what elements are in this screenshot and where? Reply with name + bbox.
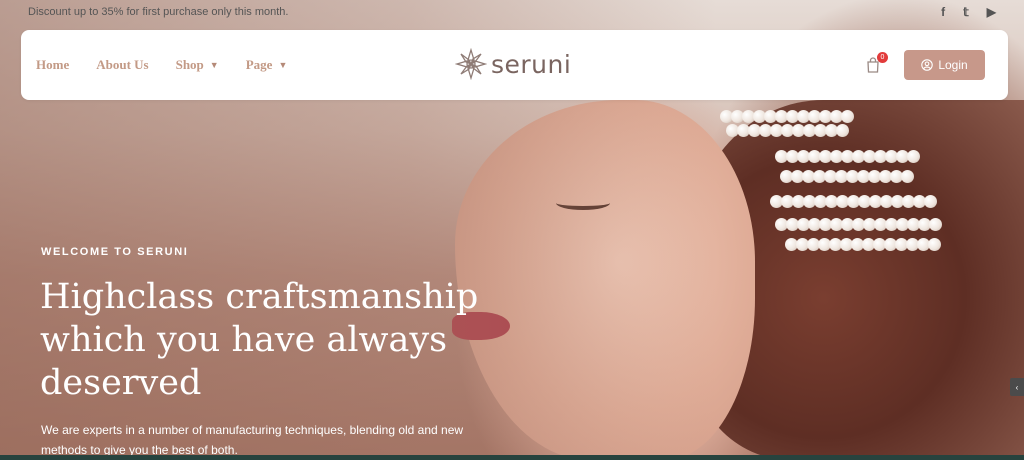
login-label: Login	[938, 58, 968, 72]
login-button[interactable]: Login	[904, 50, 985, 80]
nav-item-label: Home	[36, 57, 70, 72]
logo-text: seruni	[491, 49, 572, 79]
nav-item-label: About Us	[96, 57, 149, 72]
bottom-strip	[0, 455, 1024, 460]
cart-count-badge: 0	[877, 52, 888, 63]
chevron-down-icon: ▼	[209, 60, 219, 70]
nav-item-page[interactable]: Page ▼	[246, 57, 288, 73]
nav-item-label: Shop	[175, 57, 204, 72]
nav-item-label: Page	[245, 57, 273, 72]
chevron-down-icon: ▼	[278, 60, 288, 70]
twitter-icon[interactable]: 𝕥	[963, 5, 969, 19]
nav-item-about-us[interactable]: About Us	[96, 57, 148, 73]
youtube-icon[interactable]: ▶	[987, 5, 996, 19]
main-navigation: Home About Us Shop ▼ Page ▼ seruni 0 Log…	[21, 30, 1008, 100]
facebook-icon[interactable]: f	[941, 5, 945, 19]
top-bar: Discount up to 35% for first purchase on…	[0, 0, 1024, 24]
hero-headline: Highclass craftsmanship which you have a…	[40, 277, 479, 403]
side-widget-toggle[interactable]: ‹	[1010, 378, 1024, 396]
hero-subtext: We are experts in a number of manufactur…	[41, 423, 464, 457]
nav-links: Home About Us Shop ▼ Page ▼	[36, 57, 287, 73]
social-links: f 𝕥 ▶	[941, 5, 996, 19]
nav-item-home[interactable]: Home	[36, 57, 69, 73]
promo-text: Discount up to 35% for first purchase on…	[28, 6, 289, 18]
user-icon	[921, 59, 934, 71]
nav-item-shop[interactable]: Shop ▼	[176, 57, 219, 73]
site-logo[interactable]: seruni	[455, 48, 571, 80]
hero-eyebrow: WELCOME TO SERUNI	[41, 246, 189, 258]
flower-logo-icon	[455, 48, 487, 80]
